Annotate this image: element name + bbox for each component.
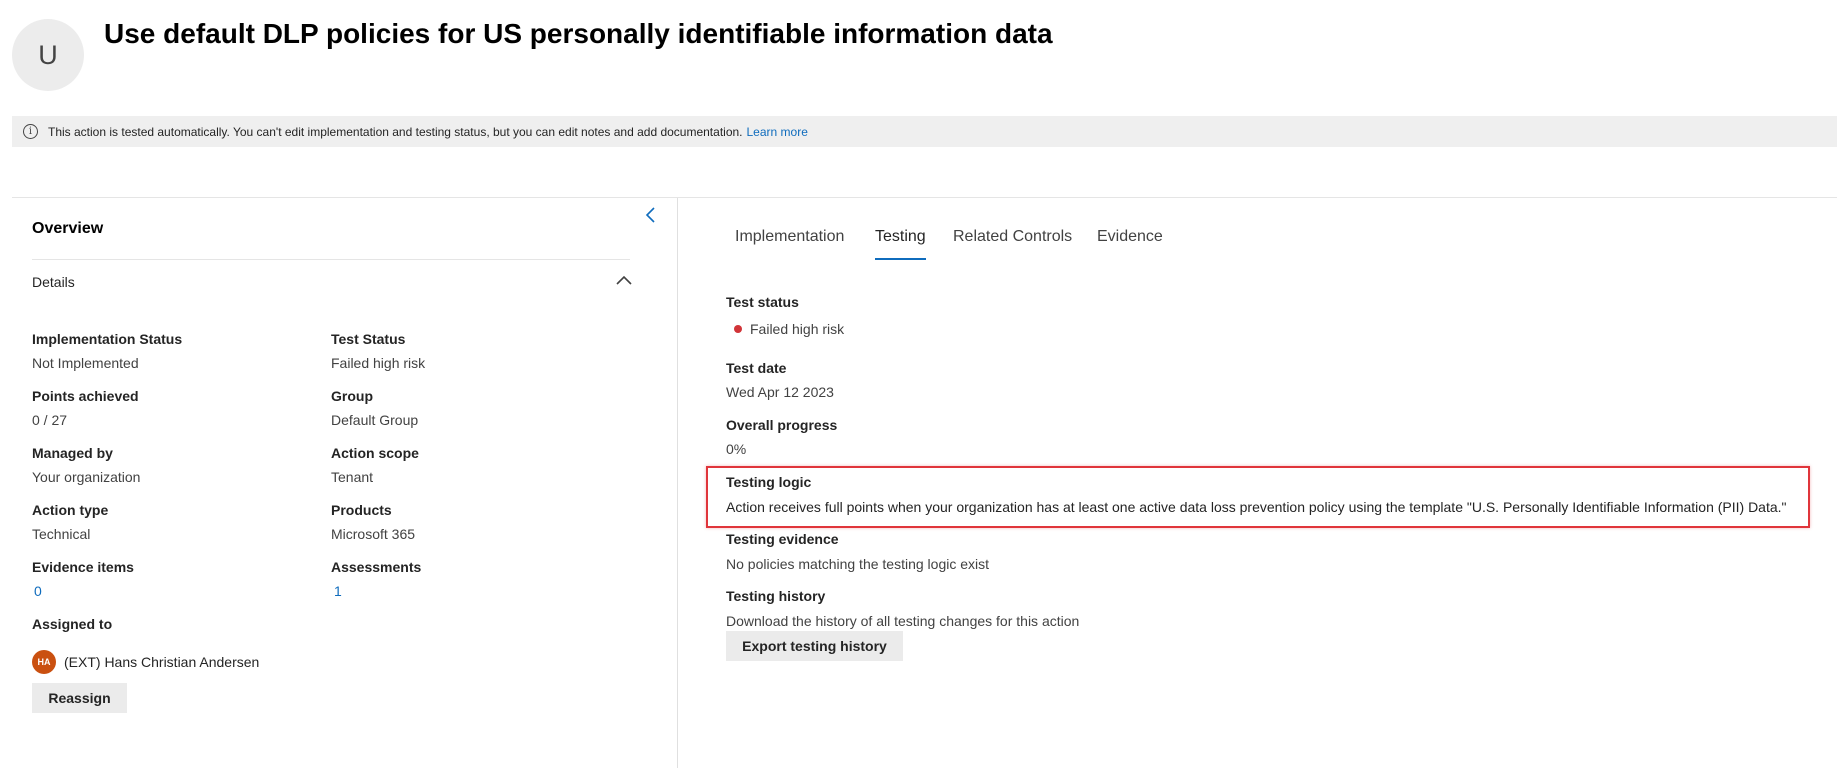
info-icon: i [23,124,38,139]
page-title: Use default DLP policies for US personal… [104,18,1053,49]
action-type-value: Technical [32,526,91,542]
testing-logic-label: Testing logic [726,474,812,490]
evidence-items-link[interactable]: 0 [34,583,42,599]
collapse-panel-icon[interactable] [643,204,659,226]
active-tab-indicator [875,258,926,260]
panel-divider [677,198,678,768]
reassign-button[interactable]: Reassign [32,683,127,713]
overall-progress-value: 0% [726,441,747,457]
testing-logic-highlight [706,466,1810,528]
group-value: Default Group [331,412,419,428]
testing-history-label: Testing history [726,588,826,604]
implementation-status-value: Not Implemented [32,355,139,371]
overview-separator [32,259,630,260]
details-section-title: Details [32,274,75,290]
test-status-heading: Test status [726,294,799,310]
products-label: Products [331,502,392,518]
overall-progress-label: Overall progress [726,417,838,433]
header-divider [12,197,1837,198]
assignee-avatar: HA [32,650,56,674]
action-scope-value: Tenant [331,469,374,485]
assigned-to-label: Assigned to [32,616,113,632]
test-status-text: Failed high risk [750,321,845,337]
managed-by-value: Your organization [32,469,141,485]
evidence-items-label: Evidence items [32,559,134,575]
test-status-label: Test Status [331,331,406,347]
testing-evidence-value: No policies matching the testing logic e… [726,556,990,572]
info-banner: i This action is tested automatically. Y… [12,116,1837,147]
points-achieved-value: 0 / 27 [32,412,68,428]
testing-logic-value: Action receives full points when your or… [726,499,1787,515]
managed-by-label: Managed by [32,445,113,461]
chevron-up-icon[interactable] [615,272,633,290]
implementation-status-label: Implementation Status [32,331,183,347]
assignee-name: (EXT) Hans Christian Andersen [64,654,260,670]
tab-related-controls[interactable]: Related Controls [953,228,1072,246]
points-achieved-label: Points achieved [32,388,139,404]
learn-more-link[interactable]: Learn more [747,125,808,139]
failed-status-dot-icon [734,325,742,333]
export-testing-history-button[interactable]: Export testing history [726,631,903,661]
action-scope-label: Action scope [331,445,419,461]
products-value: Microsoft 365 [331,526,416,542]
action-avatar: U [12,19,84,91]
test-date-value: Wed Apr 12 2023 [726,384,834,400]
testing-evidence-label: Testing evidence [726,531,839,547]
assessments-label: Assessments [331,559,422,575]
banner-text: This action is tested automatically. You… [48,124,743,139]
test-date-label: Test date [726,360,787,376]
tab-implementation[interactable]: Implementation [735,228,844,246]
group-label: Group [331,388,373,404]
assessments-link[interactable]: 1 [334,583,342,599]
tab-evidence[interactable]: Evidence [1097,228,1163,246]
test-status-value: Failed high risk [331,355,426,371]
tab-testing[interactable]: Testing [875,228,926,246]
overview-title: Overview [32,220,104,237]
action-type-label: Action type [32,502,109,518]
testing-history-value: Download the history of all testing chan… [726,613,1080,629]
